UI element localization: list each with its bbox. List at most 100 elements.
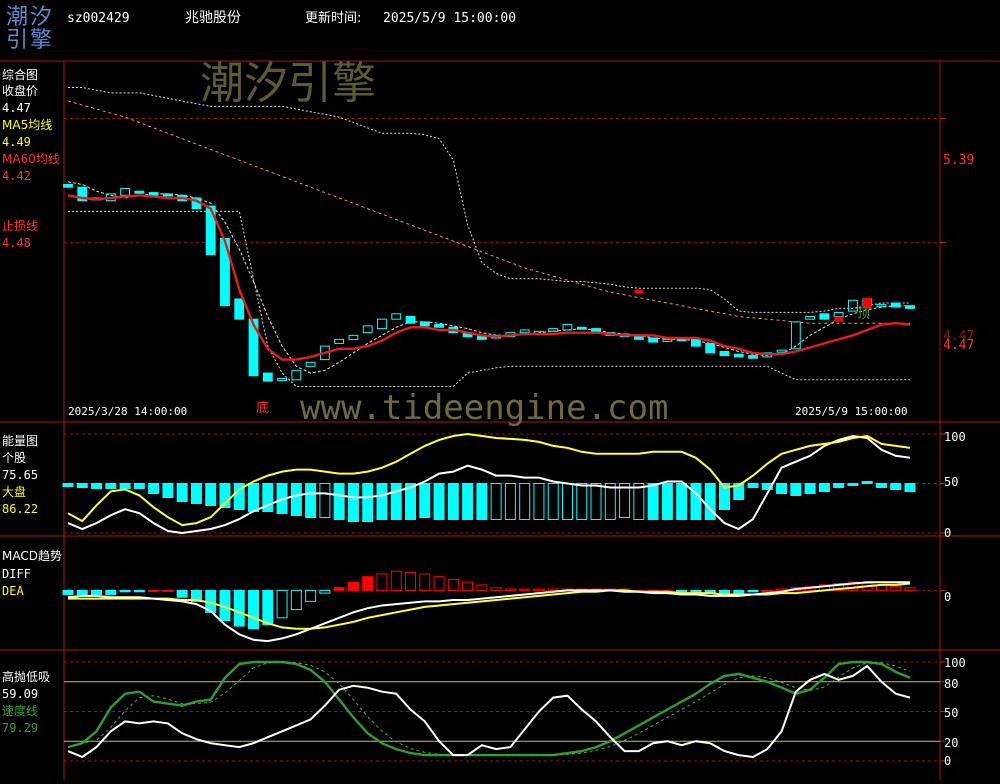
energy-bar bbox=[362, 483, 374, 522]
energy-bar bbox=[619, 483, 631, 518]
energy-tick-0: 0 bbox=[944, 526, 952, 540]
energy-market-label: 大盘 bbox=[2, 485, 27, 499]
energy-bar bbox=[91, 483, 103, 489]
candle-up bbox=[562, 324, 573, 331]
candle-up bbox=[847, 299, 858, 312]
speed-line-label: 速度线 bbox=[2, 704, 39, 718]
highlow-tick-20: 20 bbox=[944, 736, 959, 750]
macd-bar bbox=[76, 589, 88, 596]
energy-bar bbox=[804, 483, 816, 494]
energy-bar bbox=[305, 483, 317, 518]
macd-bar bbox=[904, 587, 916, 591]
candle-down bbox=[648, 337, 659, 343]
energy-bar bbox=[690, 483, 702, 520]
macd-panel-title: MACD趋势 bbox=[2, 549, 62, 563]
candle-down bbox=[719, 351, 730, 357]
energy-bar bbox=[533, 483, 545, 520]
candle-down bbox=[262, 372, 273, 382]
update-time: 2025/5/9 15:00:00 bbox=[383, 11, 517, 26]
stop-loss-value: 4.48 bbox=[2, 236, 31, 250]
candle-up bbox=[362, 325, 373, 334]
energy-bar bbox=[576, 483, 588, 520]
energy-bar bbox=[190, 483, 202, 504]
date-end: 2025/5/9 15:00:00 bbox=[795, 405, 908, 418]
macd-bar bbox=[433, 576, 445, 591]
macd-bar bbox=[419, 573, 431, 591]
energy-bar bbox=[561, 483, 573, 520]
energy-bar bbox=[462, 483, 474, 520]
date-start: 2025/3/28 14:00:00 bbox=[68, 405, 188, 418]
energy-bar bbox=[704, 483, 716, 520]
candle-down bbox=[419, 321, 430, 327]
macd-bar bbox=[476, 584, 488, 591]
candle-up bbox=[662, 338, 673, 342]
energy-bar bbox=[205, 483, 217, 506]
highlow-tick-100: 100 bbox=[944, 656, 966, 670]
macd-bar bbox=[319, 589, 331, 594]
macd-bar bbox=[262, 589, 274, 626]
candle-down bbox=[819, 313, 830, 320]
highlow-tick-50: 50 bbox=[944, 706, 959, 720]
macd-bar bbox=[290, 589, 302, 611]
candle-up bbox=[377, 318, 387, 330]
candle-down bbox=[890, 302, 901, 308]
candle-down bbox=[748, 355, 758, 359]
highlow-tick-0: 0 bbox=[944, 754, 952, 768]
candle-down bbox=[705, 342, 716, 354]
energy-bar bbox=[661, 483, 673, 520]
top-marker: 顶 bbox=[857, 307, 871, 322]
lower-band-line bbox=[68, 210, 910, 387]
energy-tick-50: 50 bbox=[944, 475, 959, 489]
highlow-value: 59.09 bbox=[2, 687, 39, 701]
energy-bar bbox=[248, 483, 260, 512]
energy-bar bbox=[676, 483, 688, 520]
signal-candle bbox=[834, 316, 844, 322]
macd-bar bbox=[761, 589, 773, 592]
ma60-value: 4.42 bbox=[2, 169, 31, 183]
price-panel-title: 综合图 bbox=[2, 68, 39, 82]
macd-bar bbox=[276, 589, 288, 619]
macd-bar bbox=[405, 572, 417, 591]
macd-bar bbox=[447, 578, 459, 591]
energy-bar bbox=[633, 483, 645, 520]
macd-bar bbox=[133, 589, 145, 593]
watermark-url: www.tideengine.com bbox=[300, 388, 669, 428]
energy-bar bbox=[76, 483, 88, 488]
energy-bar bbox=[333, 483, 345, 520]
energy-bar bbox=[776, 483, 788, 494]
candle-down bbox=[434, 324, 444, 328]
macd-bar bbox=[148, 589, 160, 592]
candle-up bbox=[776, 349, 787, 353]
candle-up bbox=[548, 328, 559, 332]
energy-bar bbox=[62, 483, 74, 487]
energy-stock-value: 75.65 bbox=[2, 468, 39, 482]
energy-bar bbox=[519, 483, 531, 520]
candle-down bbox=[733, 353, 744, 358]
macd-bar bbox=[376, 573, 388, 591]
energy-bar bbox=[790, 483, 802, 496]
candle-down bbox=[405, 315, 416, 324]
logo-text: 潮汐引擎 bbox=[6, 5, 55, 53]
macd-bar bbox=[490, 587, 502, 591]
macd-bar bbox=[533, 588, 545, 591]
close-value: 4.47 bbox=[2, 101, 31, 115]
macd-bar bbox=[305, 589, 317, 602]
energy-bar bbox=[647, 483, 659, 520]
highlow-tick-80: 80 bbox=[944, 677, 959, 691]
energy-bar bbox=[604, 483, 616, 520]
energy-bar bbox=[319, 483, 331, 518]
energy-market-value: 86.22 bbox=[2, 502, 39, 516]
energy-bar bbox=[476, 483, 488, 520]
energy-bar bbox=[162, 483, 174, 498]
ma5-line bbox=[67, 181, 910, 374]
energy-bar bbox=[504, 483, 516, 520]
candle-up bbox=[805, 315, 816, 320]
current-price-label: 4.47 bbox=[943, 338, 975, 353]
energy-bar bbox=[133, 483, 145, 489]
highlow-panel-title: 高抛低吸 bbox=[2, 670, 51, 684]
energy-bar bbox=[119, 483, 131, 489]
stop-loss-label: 止损线 bbox=[2, 219, 39, 233]
energy-bar bbox=[433, 483, 445, 520]
candle-up bbox=[790, 321, 801, 350]
macd-bar bbox=[248, 589, 260, 630]
